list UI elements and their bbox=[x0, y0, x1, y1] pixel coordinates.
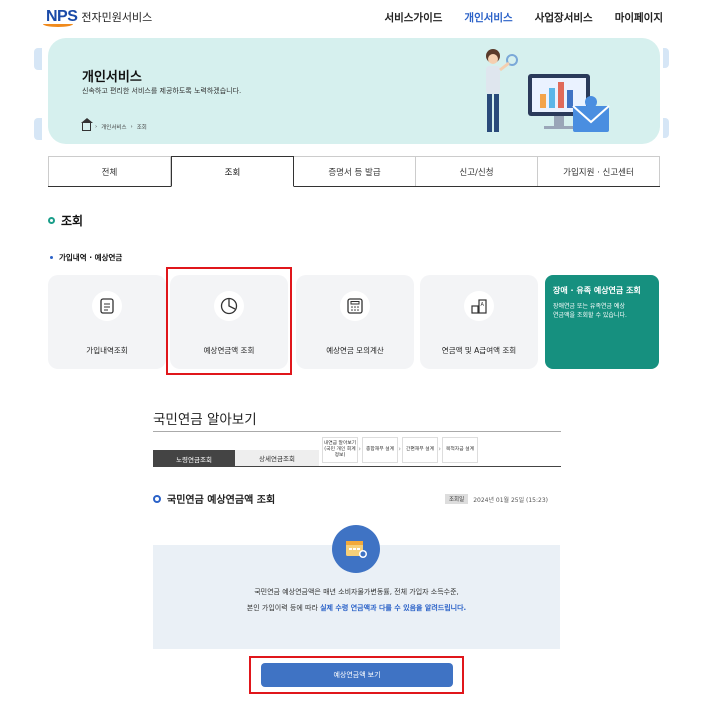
nav-service-guide[interactable]: 서비스가이드 bbox=[384, 10, 442, 25]
step-comprehensive-plan[interactable]: 종합재무 설계 bbox=[362, 437, 401, 463]
logo-swoosh-icon bbox=[43, 21, 73, 27]
global-nav: 서비스가이드 개인서비스 사업장서비스 마이페이지 bbox=[384, 10, 663, 25]
section-title: 조회 bbox=[48, 212, 83, 229]
home-icon[interactable] bbox=[81, 118, 93, 131]
tab-old-age-pension[interactable]: 노령연금조회 bbox=[153, 450, 235, 467]
card-disability-survivor-pension[interactable]: 장애 · 유족 예상연금 조회 장애연금 또는 유족연금 예상 연금액을 조회할… bbox=[545, 275, 659, 369]
np-section-title: 국민연금 알아보기 bbox=[153, 412, 257, 428]
inquiry-date: 조회일 2024년 01월 25일 (15:23) bbox=[445, 494, 548, 504]
calendar-info-icon bbox=[332, 525, 380, 573]
step-purpose-fund-plan[interactable]: 목적자금 설계 bbox=[442, 437, 478, 463]
banner-edge-decoration bbox=[34, 48, 42, 70]
divider bbox=[319, 466, 561, 467]
breadcrumb-item: 조회 bbox=[136, 125, 147, 131]
special-card-desc-1: 장애연금 또는 유족연금 예상 bbox=[553, 303, 625, 310]
tab-detailed-pension[interactable]: 상세연금조회 bbox=[235, 450, 319, 467]
tab-certificates[interactable]: 증명서 등 발급 bbox=[294, 156, 416, 186]
document-icon bbox=[92, 291, 122, 321]
breadcrumb-item[interactable]: 개인서비스 bbox=[101, 123, 126, 131]
np-subtitle: 국민연금 예상연금액 조회 bbox=[153, 491, 275, 506]
info-text-highlight: 실제 수령 연금액과 다를 수 있음을 알려드립니다. bbox=[320, 604, 467, 612]
site-header: NPS 전자민원서비스 서비스가이드 개인서비스 사업장서비스 마이페이지 bbox=[0, 0, 705, 32]
date-tag: 조회일 bbox=[445, 494, 469, 504]
highlight-box bbox=[249, 656, 464, 694]
nav-personal-service[interactable]: 개인서비스 bbox=[464, 10, 512, 25]
nav-my-page[interactable]: 마이페이지 bbox=[615, 10, 663, 25]
page-title: 개인서비스 bbox=[82, 70, 142, 85]
banner-illustration-icon bbox=[486, 49, 610, 132]
page-subtitle: 신속하고 편리한 서비스를 제공하도록 노력하겠습니다. bbox=[82, 87, 242, 95]
section-title-text: 조회 bbox=[61, 214, 84, 228]
highlight-box bbox=[166, 267, 292, 375]
info-text-line-1: 국민연금 예상연금액은 매년 소비자물가변동률, 전체 가입자 소득수준, bbox=[254, 588, 459, 596]
logo[interactable]: NPS 전자민원서비스 bbox=[43, 8, 153, 27]
circle-bullet-icon bbox=[153, 494, 161, 503]
card-label: 가입내역조회 bbox=[86, 346, 128, 355]
circle-bullet-icon bbox=[48, 217, 55, 224]
divider bbox=[153, 431, 561, 432]
tab-report-apply[interactable]: 신고/신청 bbox=[416, 156, 538, 186]
section-subtitle-text: 가입내역 · 예상연금 bbox=[59, 253, 123, 262]
card-label: 예상연금 모의계산 bbox=[326, 346, 384, 355]
card-label: 연금액 및 A급여액 조회 bbox=[441, 346, 517, 355]
service-name: 전자민원서비스 bbox=[81, 11, 153, 24]
section-subtitle: 가입내역 · 예상연금 bbox=[50, 252, 122, 263]
breadcrumb: › 개인서비스 › 조회 bbox=[81, 118, 147, 131]
building-chart-icon: A bbox=[464, 291, 494, 321]
special-card-title: 장애 · 유족 예상연금 조회 bbox=[553, 286, 641, 295]
nav-business-service[interactable]: 사업장서비스 bbox=[535, 10, 593, 25]
breadcrumb-separator: › bbox=[130, 124, 133, 130]
tab-all[interactable]: 전체 bbox=[48, 156, 171, 186]
svg-text:A: A bbox=[481, 302, 485, 308]
card-pension-simulation[interactable]: 예상연금 모의계산 bbox=[296, 275, 414, 369]
card-pension-a-benefit[interactable]: A 연금액 및 A급여액 조회 bbox=[420, 275, 538, 369]
banner-edge-decoration bbox=[663, 48, 669, 68]
card-subscription-history[interactable]: 가입내역조회 bbox=[48, 275, 166, 369]
step-simple-plan[interactable]: 간편재무 설계 bbox=[402, 437, 441, 463]
info-text-line-2: 본인 가입이력 등에 따라 실제 수령 연금액과 다를 수 있음을 알려드립니다… bbox=[153, 603, 560, 613]
breadcrumb-separator: › bbox=[95, 124, 98, 130]
tab-support-center[interactable]: 가입지원 · 신고센터 bbox=[538, 156, 660, 186]
dot-bullet-icon bbox=[50, 256, 53, 259]
info-text-plain: 본인 가입이력 등에 따라 bbox=[246, 604, 321, 612]
special-card-desc-2: 연금액을 조회할 수 있습니다. bbox=[553, 312, 627, 319]
banner-edge-decoration bbox=[34, 118, 42, 140]
date-value: 2024년 01월 25일 (15:23) bbox=[473, 496, 548, 504]
category-tabs: 전체 조회 증명서 등 발급 신고/신청 가입지원 · 신고센터 bbox=[48, 156, 660, 187]
calculator-icon bbox=[340, 291, 370, 321]
planning-steps: 내연금 알아보기 (국민 개인 회계정보) 종합재무 설계 간편재무 설계 목적… bbox=[322, 437, 478, 463]
page-banner: 개인서비스 신속하고 편리한 서비스를 제공하도록 노력하겠습니다. › 개인서… bbox=[48, 38, 660, 144]
banner-edge-decoration bbox=[663, 118, 669, 138]
np-subtitle-text: 국민연금 예상연금액 조회 bbox=[167, 495, 276, 506]
step-my-pension[interactable]: 내연금 알아보기 (국민 개인 회계정보) bbox=[322, 437, 361, 463]
tab-inquiry[interactable]: 조회 bbox=[171, 156, 294, 187]
